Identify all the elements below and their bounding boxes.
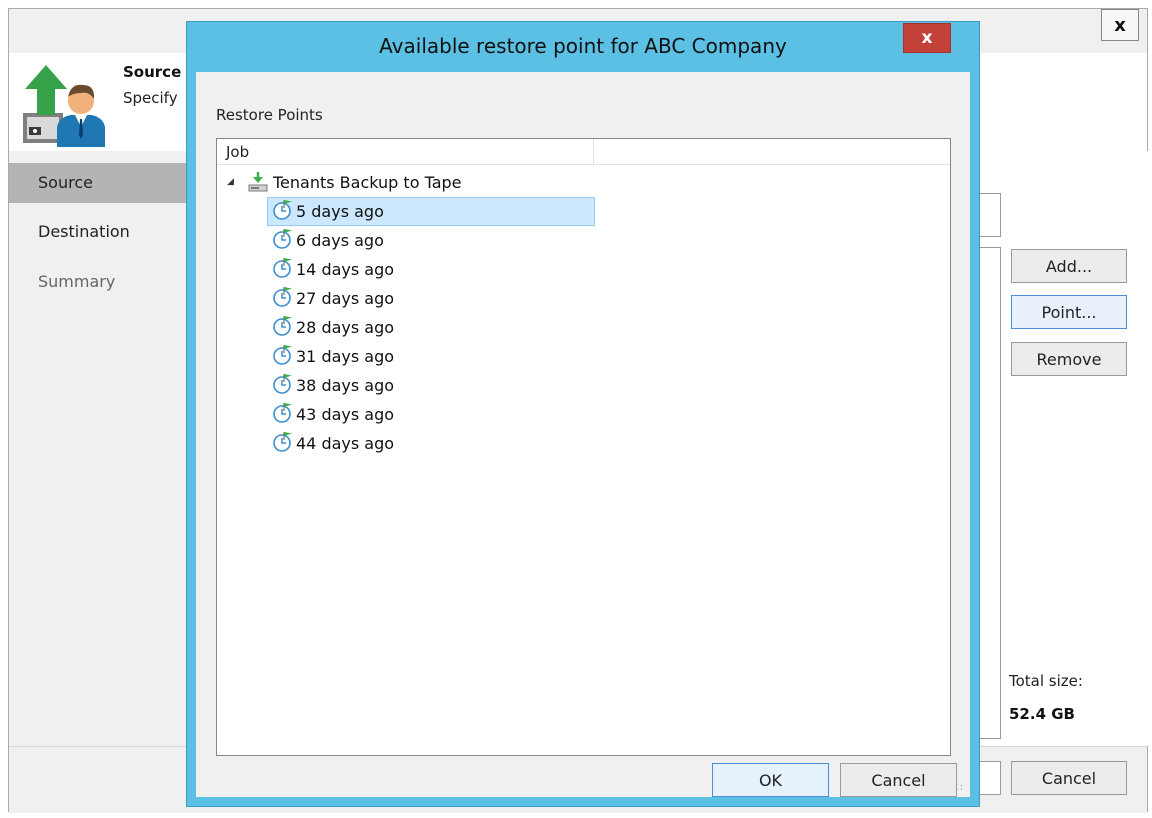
tree-header: Job [217,139,950,165]
remove-button[interactable]: Remove [1011,342,1127,376]
restore-point-row[interactable]: 38 days ago [267,371,595,400]
restore-point-label: 43 days ago [296,405,395,424]
step-source[interactable]: Source [9,163,194,203]
restore-point-row[interactable]: 14 days ago [267,255,595,284]
job-name: Tenants Backup to Tape [273,172,462,192]
column-header-job[interactable]: Job [217,139,594,165]
dialog-cancel-button[interactable]: Cancel [840,763,957,797]
restore-point-row[interactable]: 5 days ago [267,197,595,226]
restore-point-row[interactable]: 31 days ago [267,342,595,371]
restore-point-label: 44 days ago [296,434,395,453]
restore-point-row[interactable]: 27 days ago [267,284,595,313]
restore-point-icon [272,257,294,283]
total-size-value: 52.4 GB [1009,705,1075,723]
restore-point-label: 14 days ago [296,260,395,279]
restore-point-row[interactable]: 6 days ago [267,226,595,255]
restore-point-icon [272,199,294,225]
restore-point-icon [272,286,294,312]
restore-point-row[interactable]: 44 days ago [267,429,595,458]
dialog-close-button[interactable]: x [903,23,951,53]
restore-point-label: 31 days ago [296,347,395,366]
tree-node-job[interactable]: ◢ Tenants Backup to Tape [227,169,462,195]
restore-user-icon [23,65,105,147]
restore-point-icon [272,344,294,370]
restore-point-label: 6 days ago [296,231,384,250]
restore-point-label: 5 days ago [296,202,384,221]
collapse-triangle-icon[interactable]: ◢ [227,177,247,187]
restore-point-icon [272,228,294,254]
restore-point-icon [272,373,294,399]
restore-point-row[interactable]: 43 days ago [267,400,595,429]
total-size-label: Total size: [1009,672,1083,690]
resize-grip-icon[interactable]: .: [955,782,964,793]
restore-point-label: 27 days ago [296,289,395,308]
point-button[interactable]: Point... [1011,295,1127,329]
restore-point-label: 38 days ago [296,376,395,395]
restore-point-label: 28 days ago [296,318,395,337]
restore-point-icon [272,315,294,341]
restore-point-dialog: Available restore point for ABC Company … [186,21,980,807]
restore-point-icon [272,431,294,457]
add-button[interactable]: Add... [1011,249,1127,283]
restore-points-tree[interactable]: Job ◢ Tenants Backup to Tape 5 days ago 6… [216,138,951,756]
ok-button[interactable]: OK [712,763,829,797]
dialog-body: Restore Points Job ◢ Tenants Backup to T… [196,72,970,797]
restore-point-icon [272,402,294,428]
restore-point-list: 5 days ago 6 days ago 14 days ago 27 days a… [267,197,595,458]
step-summary: Summary [38,272,116,291]
step-destination[interactable]: Destination [9,212,194,252]
restore-point-row[interactable]: 28 days ago [267,313,595,342]
wizard-step-description: Specify [123,89,178,107]
wizard-steps-panel: Source Destination Summary [9,151,199,746]
dialog-title: Available restore point for ABC Company [379,34,787,58]
wizard-close-button[interactable]: x [1101,9,1139,41]
backup-job-icon [248,172,268,192]
wizard-cancel-button[interactable]: Cancel [1011,761,1127,795]
wizard-step-title: Source [123,63,182,81]
restore-points-label: Restore Points [216,106,323,124]
